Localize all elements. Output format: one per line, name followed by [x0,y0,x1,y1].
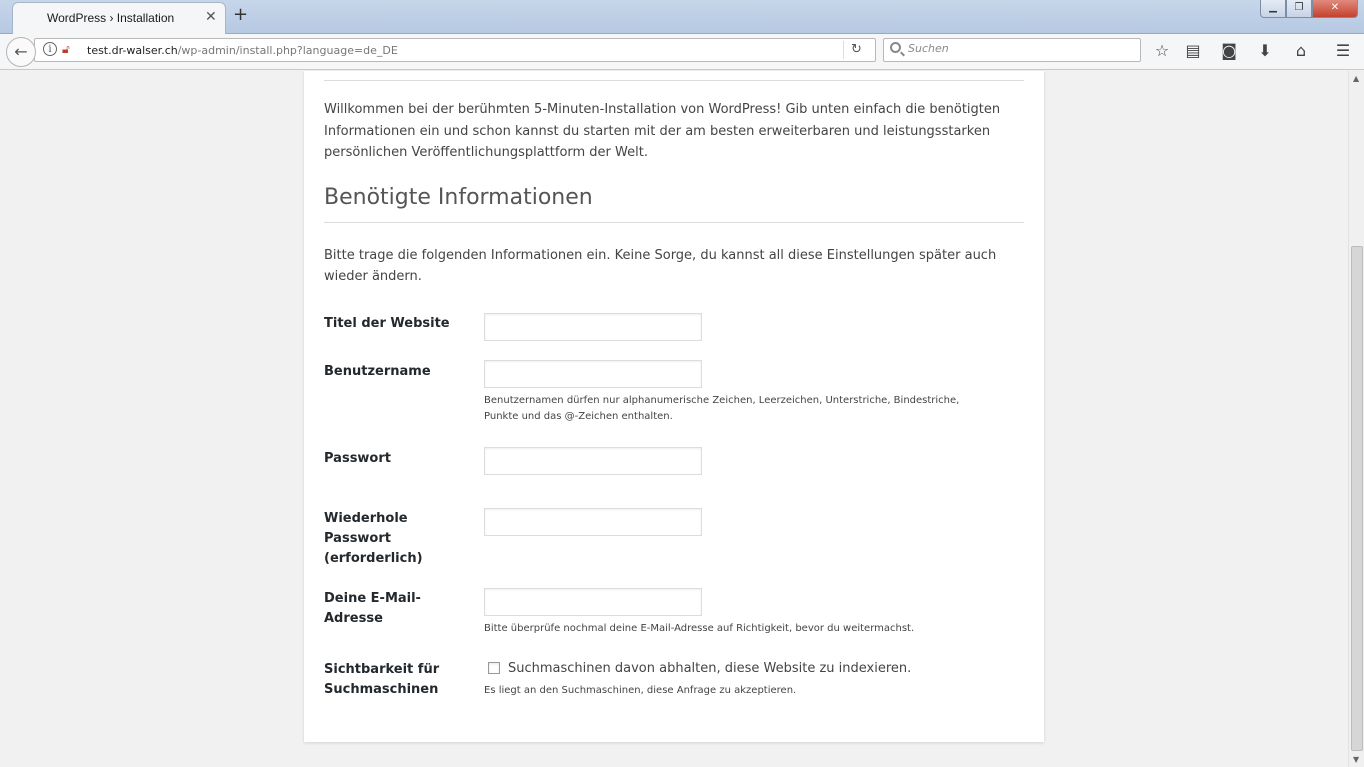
email-label: Deine E-Mail-Adresse [324,591,421,626]
url-path: /wp-admin/install.php?language=de_DE [177,44,398,57]
password-input[interactable] [484,447,702,475]
url-text[interactable]: test.dr-walser.ch/wp-admin/install.php?l… [87,44,398,57]
info-icon[interactable]: i [43,42,57,56]
password-label: Passwort [324,451,391,466]
intro-text: Willkommen bei der berühmten 5-Minuten-I… [324,102,1001,160]
tab-title: WordPress › Installation [47,11,175,25]
search-visibility-hint: Es liegt an den Suchmaschinen, diese Anf… [484,685,797,696]
pocket-icon[interactable]: ◙ [1219,41,1239,60]
home-icon[interactable]: ⌂ [1291,41,1311,60]
url-separator [843,41,844,59]
install-card: Willkommen bei der berühmten 5-Minuten-I… [304,71,1044,742]
window-close-button[interactable]: ✕ [1312,0,1358,18]
scroll-down-arrow-icon[interactable]: ▼ [1353,755,1359,764]
reading-list-icon[interactable]: ▤ [1183,41,1203,60]
page-scrollbar[interactable]: ▲ ▼ [1348,71,1364,767]
page-heading: Benötigte Informationen [324,185,593,210]
site-title-label: Titel der Website [324,316,450,331]
username-label: Benutzername [324,364,431,379]
username-hint: Benutzernamen dürfen nur alphanumerische… [484,395,960,422]
browser-tab[interactable]: WordPress › Installation ✕ [12,2,226,34]
browser-titlebar: WordPress › Installation ✕ + ▁ ❐ ✕ [0,0,1364,34]
download-icon[interactable]: ⬇ [1255,41,1275,60]
search-icon [890,42,901,53]
scroll-up-arrow-icon[interactable]: ▲ [1353,74,1359,83]
menu-icon[interactable]: ☰ [1333,41,1353,60]
window-maximize-button[interactable]: ❐ [1286,0,1312,18]
new-tab-button[interactable]: + [233,4,248,25]
url-bar[interactable]: i 🔓︎ test.dr-walser.ch/wp-admin/install.… [34,38,876,62]
window-minimize-button[interactable]: ▁ [1260,0,1286,18]
email-input[interactable] [484,588,702,616]
search-visibility-label: Sichtbarkeit für Suchmaschinen [324,662,440,697]
username-input[interactable] [484,360,702,388]
description-text: Bitte trage die folgenden Informationen … [324,248,997,284]
insecure-lock-icon[interactable]: 🔓︎ [62,42,70,57]
reload-icon[interactable]: ↻ [851,42,862,57]
browser-navbar: i 🔓︎ test.dr-walser.ch/wp-admin/install.… [0,34,1364,70]
tab-close-icon[interactable]: ✕ [205,9,217,25]
url-host: test.dr-walser.ch [87,44,178,57]
scroll-thumb[interactable] [1351,246,1363,751]
search-visibility-checkbox-label[interactable]: Suchmaschinen davon abhalten, diese Webs… [508,661,911,676]
search-visibility-checkbox[interactable] [488,662,500,674]
password-repeat-label: Wiederhole Passwort (erforderlich) [324,511,423,566]
search-bar[interactable] [883,38,1141,62]
bookmark-star-icon[interactable]: ☆ [1152,41,1172,60]
password-repeat-input[interactable] [484,508,702,536]
back-icon: ← [14,42,28,61]
heading-divider [324,222,1024,223]
divider [324,80,1024,81]
search-input[interactable] [908,42,1128,55]
site-title-input[interactable] [484,313,702,341]
email-hint: Bitte überprüfe nochmal deine E-Mail-Adr… [484,623,915,634]
back-button[interactable]: ← [6,37,36,67]
